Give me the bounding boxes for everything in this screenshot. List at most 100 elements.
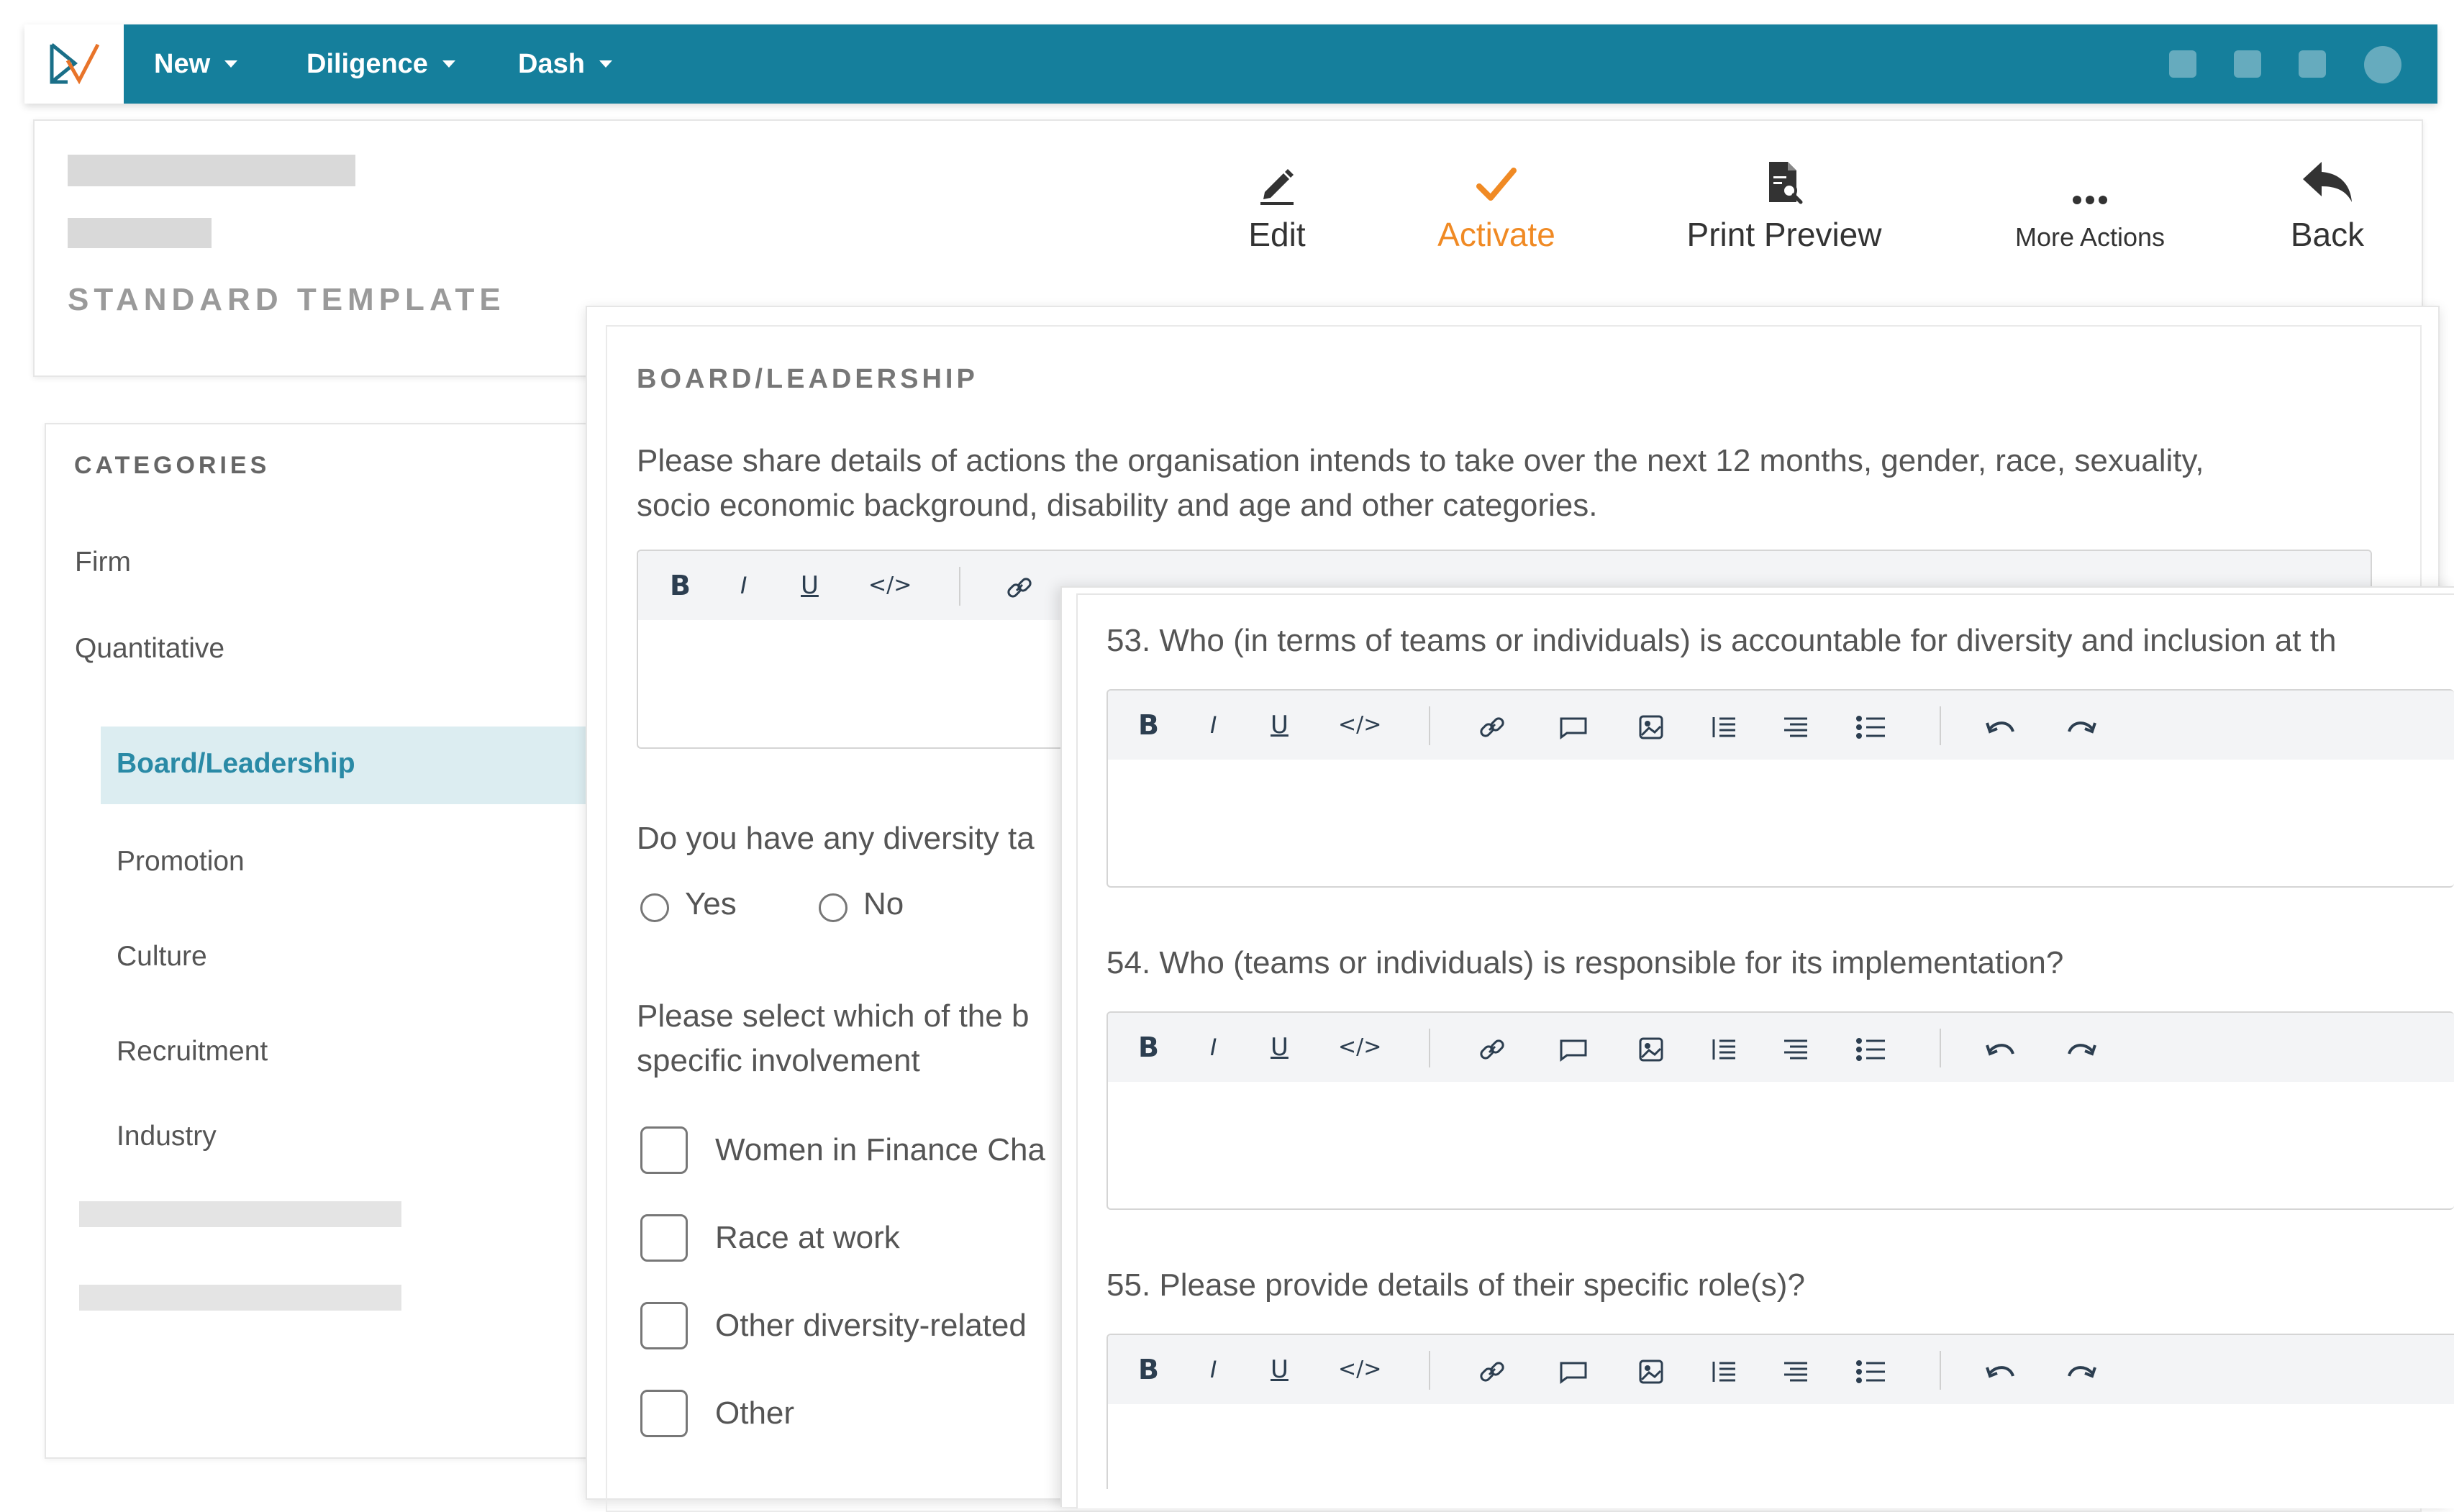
checkbox-label: Race at work bbox=[715, 1220, 900, 1255]
section-title: BOARD/LEADERSHIP bbox=[637, 364, 978, 394]
italic-button[interactable]: I bbox=[1210, 691, 1217, 760]
redo-icon[interactable] bbox=[2065, 691, 2098, 760]
question-53: 53. Who (in terms of teams or individual… bbox=[1106, 623, 2337, 658]
sidebar-item-culture[interactable]: Culture bbox=[117, 941, 207, 973]
template-label: STANDARD TEMPLATE bbox=[68, 282, 506, 317]
checkbox-women-in-finance[interactable] bbox=[640, 1126, 688, 1174]
sidebar-item-board-leadership[interactable]: Board/Leadership bbox=[101, 727, 590, 804]
back-label: Back bbox=[2290, 216, 2365, 253]
rich-text-editor-54[interactable]: B I U </> bbox=[1106, 1011, 2454, 1210]
link-icon[interactable] bbox=[1478, 691, 1507, 760]
document-search-icon bbox=[1765, 155, 1804, 205]
reply-arrow-icon bbox=[2300, 155, 2355, 205]
toolbar-separator bbox=[1940, 1029, 1941, 1067]
radio-no[interactable] bbox=[819, 893, 847, 922]
checkbox-race-at-work[interactable] bbox=[640, 1214, 688, 1262]
bullet-list-icon[interactable] bbox=[1855, 1335, 1886, 1404]
image-icon[interactable] bbox=[1637, 1335, 1665, 1404]
bullet-list-icon[interactable] bbox=[1855, 691, 1886, 760]
undo-icon[interactable] bbox=[1984, 691, 2017, 760]
embed-icon[interactable] bbox=[1557, 1013, 1590, 1082]
italic-button[interactable]: I bbox=[740, 551, 747, 620]
link-icon[interactable] bbox=[1478, 1335, 1507, 1404]
back-button[interactable]: Back bbox=[2277, 155, 2378, 254]
title-placeholder bbox=[68, 155, 355, 186]
nav-dash[interactable]: Dash bbox=[518, 24, 612, 104]
more-dots-icon bbox=[2072, 155, 2108, 205]
edit-label: Edit bbox=[1248, 216, 1306, 253]
sidebar-item-promotion[interactable]: Promotion bbox=[117, 846, 245, 878]
nav-new[interactable]: New bbox=[154, 24, 238, 104]
user-avatar[interactable] bbox=[2364, 46, 2401, 83]
embed-icon[interactable] bbox=[1557, 1335, 1590, 1404]
nav-icon-3[interactable] bbox=[2299, 50, 2326, 78]
sidebar-item-industry[interactable]: Industry bbox=[117, 1121, 217, 1152]
underline-button[interactable]: U bbox=[1271, 1013, 1289, 1082]
nav-icon-2[interactable] bbox=[2234, 50, 2261, 78]
activate-label: Activate bbox=[1437, 216, 1555, 253]
toolbar-separator bbox=[1429, 706, 1430, 745]
embed-icon[interactable] bbox=[1557, 691, 1590, 760]
link-icon[interactable] bbox=[1478, 1013, 1507, 1082]
underline-button[interactable]: U bbox=[801, 551, 819, 620]
toolbar-separator bbox=[1940, 706, 1941, 745]
checkbox-other-diversity[interactable] bbox=[640, 1302, 688, 1349]
nav-diligence-label: Diligence bbox=[306, 48, 428, 79]
print-preview-button[interactable]: Print Preview bbox=[1673, 155, 1896, 254]
undo-icon[interactable] bbox=[1984, 1335, 2017, 1404]
italic-button[interactable]: I bbox=[1210, 1335, 1217, 1404]
undo-icon[interactable] bbox=[1984, 1013, 2017, 1082]
app-logo[interactable] bbox=[24, 24, 124, 104]
code-button[interactable]: </> bbox=[868, 551, 912, 620]
ordered-list-icon[interactable] bbox=[1709, 1013, 1738, 1082]
code-button[interactable]: </> bbox=[1338, 1013, 1381, 1082]
link-icon[interactable] bbox=[1005, 551, 1034, 620]
radio-yes[interactable] bbox=[640, 893, 669, 922]
image-icon[interactable] bbox=[1637, 691, 1665, 760]
sidebar-item-quantitative[interactable]: Quantitative bbox=[75, 633, 224, 665]
radio-no-label: No bbox=[863, 886, 904, 921]
bullet-list-icon[interactable] bbox=[1855, 1013, 1886, 1082]
align-right-icon[interactable] bbox=[1781, 1335, 1810, 1404]
bold-button[interactable]: B bbox=[1138, 691, 1159, 760]
radio-yes-label: Yes bbox=[685, 886, 737, 921]
redo-icon[interactable] bbox=[2065, 1335, 2098, 1404]
image-icon[interactable] bbox=[1637, 1013, 1665, 1082]
pencil-icon bbox=[1258, 155, 1296, 205]
sidebar-item-recruitment[interactable]: Recruitment bbox=[117, 1036, 268, 1067]
question-intro-line2: socio economic background, disability an… bbox=[637, 488, 1598, 523]
bold-button[interactable]: B bbox=[1138, 1335, 1159, 1404]
code-button[interactable]: </> bbox=[1338, 691, 1381, 760]
align-right-icon[interactable] bbox=[1781, 1013, 1810, 1082]
sidebar-item-firm[interactable]: Firm bbox=[75, 547, 131, 578]
redo-icon[interactable] bbox=[2065, 1013, 2098, 1082]
align-right-icon[interactable] bbox=[1781, 691, 1810, 760]
ordered-list-icon[interactable] bbox=[1709, 691, 1738, 760]
editor-toolbar: B I U </> bbox=[1108, 1335, 2454, 1404]
underline-button[interactable]: U bbox=[1271, 691, 1289, 760]
rich-text-editor-53[interactable]: B I U </> bbox=[1106, 689, 2454, 888]
checkbox-label: Other bbox=[715, 1395, 795, 1431]
logo-icon bbox=[50, 43, 100, 85]
ordered-list-icon[interactable] bbox=[1709, 1335, 1738, 1404]
categories-title: CATEGORIES bbox=[74, 452, 271, 479]
more-actions-button[interactable]: More Actions bbox=[1993, 155, 2187, 252]
italic-button[interactable]: I bbox=[1210, 1013, 1217, 1082]
bold-button[interactable]: B bbox=[670, 551, 691, 620]
rich-text-editor-55[interactable]: B I U </> bbox=[1106, 1334, 2454, 1489]
activate-button[interactable]: Activate bbox=[1421, 155, 1572, 254]
nav-new-label: New bbox=[154, 48, 211, 79]
underline-button[interactable]: U bbox=[1271, 1335, 1289, 1404]
more-actions-label: More Actions bbox=[2014, 222, 2166, 252]
nav-diligence[interactable]: Diligence bbox=[306, 24, 455, 104]
toolbar-separator bbox=[1429, 1029, 1430, 1067]
checkbox-other[interactable] bbox=[640, 1390, 688, 1437]
question-54: 54. Who (teams or individuals) is respon… bbox=[1106, 945, 2064, 980]
nav-icon-1[interactable] bbox=[2169, 50, 2196, 78]
bold-button[interactable]: B bbox=[1138, 1013, 1159, 1082]
code-button[interactable]: </> bbox=[1338, 1335, 1381, 1404]
toolbar-separator bbox=[959, 567, 960, 606]
checkbox-label: Other diversity-related bbox=[715, 1308, 1027, 1343]
toolbar-separator bbox=[1429, 1351, 1430, 1390]
edit-button[interactable]: Edit bbox=[1230, 155, 1324, 254]
